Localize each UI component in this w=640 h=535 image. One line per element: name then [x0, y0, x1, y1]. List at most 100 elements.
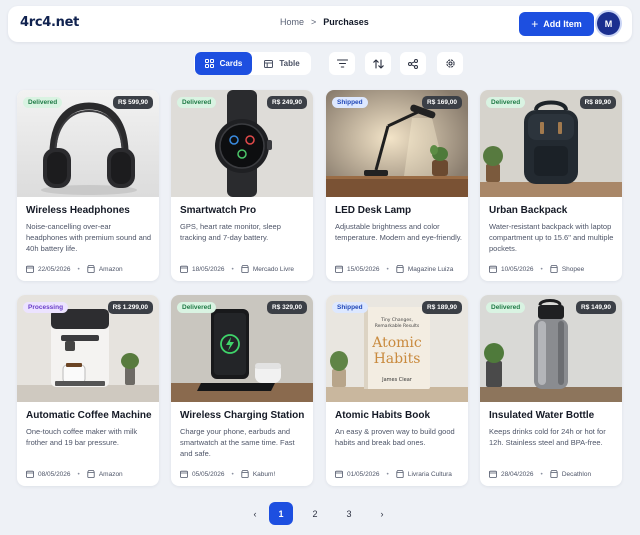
- page-2-button[interactable]: 2: [303, 502, 327, 525]
- status-badge: Shipped: [332, 302, 368, 313]
- price-badge: R$ 89,90: [579, 96, 616, 109]
- view-cards-button[interactable]: Cards: [195, 52, 252, 75]
- share-icon: [408, 58, 418, 69]
- price-badge: R$ 149,90: [576, 301, 616, 314]
- filter-icon: [336, 59, 348, 68]
- product-card[interactable]: Delivered R$ 149,90 Insulated Water Bott…: [480, 295, 622, 486]
- status-badge: Delivered: [486, 97, 526, 108]
- product-title: Insulated Water Bottle: [489, 410, 595, 421]
- product-title: Urban Backpack: [489, 205, 568, 216]
- store-name: Livraria Cultura: [407, 470, 452, 478]
- status-badge: Delivered: [177, 97, 217, 108]
- product-description: One-touch coffee maker with milk frother…: [26, 427, 138, 447]
- price-badge: R$ 329,00: [267, 301, 307, 314]
- store-name: Kabum!: [252, 470, 276, 478]
- settings-button[interactable]: [437, 52, 463, 75]
- meta-separator: •: [231, 470, 234, 478]
- store-name: Decathlon: [561, 470, 592, 478]
- purchase-date: 05/05/2026: [192, 470, 225, 478]
- calendar-icon: [26, 265, 34, 273]
- product-card[interactable]: Delivered R$ 249,90 Smartwatch Pro GPS, …: [171, 90, 313, 281]
- product-meta: 08/05/2026 • Amazon: [26, 469, 156, 479]
- product-meta: 10/05/2026 • Shopee: [489, 264, 619, 274]
- calendar-icon: [489, 470, 497, 478]
- page-1-button[interactable]: 1: [269, 502, 293, 525]
- price-badge: R$ 169,00: [422, 96, 462, 109]
- store-icon: [240, 470, 249, 478]
- meta-separator: •: [540, 265, 543, 273]
- top-bar: 4rc4.net Home > Purchases + Add Item M: [8, 6, 632, 42]
- page-3-button[interactable]: 3: [337, 502, 361, 525]
- add-item-label: Add Item: [543, 19, 582, 29]
- breadcrumb-home[interactable]: Home: [280, 17, 304, 27]
- product-card[interactable]: Shipped R$ 169,00 LED Desk Lamp Adjustab…: [326, 90, 468, 281]
- status-badge: Delivered: [177, 302, 217, 313]
- product-card[interactable]: Delivered R$ 329,00 Wireless Charging St…: [171, 295, 313, 486]
- status-badge: Shipped: [332, 97, 368, 108]
- product-card[interactable]: Tiny Changes, Remarkable Results Atomic …: [326, 295, 468, 486]
- breadcrumb: Home > Purchases: [280, 17, 369, 27]
- price-badge: R$ 249,90: [267, 96, 307, 109]
- calendar-icon: [489, 265, 497, 273]
- sort-button[interactable]: [365, 52, 391, 75]
- purchase-date: 22/05/2026: [38, 265, 71, 273]
- product-card[interactable]: Delivered R$ 89,90 Urban Backpack Water-…: [480, 90, 622, 281]
- add-item-button[interactable]: + Add Item: [519, 12, 594, 36]
- calendar-icon: [335, 265, 343, 273]
- book-tagline: Tiny Changes,: [380, 317, 413, 323]
- product-description: Noise-cancelling over-ear headphones wit…: [26, 222, 152, 253]
- breadcrumb-separator: >: [311, 17, 317, 27]
- store-name: Magazine Luiza: [407, 265, 454, 273]
- view-cards-label: Cards: [219, 59, 243, 68]
- store-name: Amazon: [98, 470, 123, 478]
- purchase-date: 18/05/2026: [192, 265, 225, 273]
- meta-separator: •: [77, 265, 80, 273]
- product-title: Automatic Coffee Machine: [26, 410, 152, 421]
- share-button[interactable]: [400, 52, 426, 75]
- calendar-icon: [180, 470, 188, 478]
- status-badge: Processing: [23, 302, 69, 313]
- product-meta: 28/04/2026 • Decathlon: [489, 469, 619, 479]
- price-badge: R$ 599,90: [113, 96, 153, 109]
- store-icon: [240, 265, 249, 273]
- product-title: Wireless Headphones: [26, 205, 130, 216]
- store-name: Shopee: [561, 265, 585, 273]
- product-card[interactable]: Processing R$ 1.299,00 Automatic Coffee …: [17, 295, 159, 486]
- product-title: LED Desk Lamp: [335, 205, 412, 216]
- view-table-button[interactable]: Table: [256, 52, 308, 75]
- price-badge: R$ 1.299,00: [107, 301, 153, 314]
- avatar[interactable]: M: [597, 12, 620, 35]
- meta-separator: •: [386, 265, 389, 273]
- purchase-date: 28/04/2026: [501, 470, 534, 478]
- store-icon: [86, 265, 95, 273]
- pagination: ‹ 1 2 3 ›: [0, 502, 640, 526]
- filter-button[interactable]: [329, 52, 355, 75]
- store-icon: [395, 265, 404, 273]
- next-page-button[interactable]: ›: [370, 502, 394, 525]
- product-description: Keeps drinks cold for 24h or hot for 12h…: [489, 427, 606, 447]
- store-name: Mercado Livre: [252, 265, 295, 273]
- purchase-date: 01/05/2026: [347, 470, 380, 478]
- product-description: Charge your phone, earbuds and smartwatc…: [180, 427, 295, 458]
- store-icon: [395, 470, 404, 478]
- book-tagline-2: Remarkable Results: [375, 323, 420, 329]
- product-description: Water-resistant backpack with laptop com…: [489, 222, 614, 253]
- product-meta: 01/05/2026 • Livraria Cultura: [335, 469, 465, 479]
- price-badge: R$ 189,90: [422, 301, 462, 314]
- purchase-date: 10/05/2026: [501, 265, 534, 273]
- prev-page-button[interactable]: ‹: [243, 502, 267, 525]
- meta-separator: •: [77, 470, 80, 478]
- meta-separator: •: [386, 470, 389, 478]
- logo[interactable]: 4rc4.net: [20, 15, 79, 30]
- purchase-date: 15/05/2026: [347, 265, 380, 273]
- product-card[interactable]: Delivered R$ 599,90 Wireless Headphones …: [17, 90, 159, 281]
- product-title: Smartwatch Pro: [180, 205, 257, 216]
- product-title: Atomic Habits Book: [335, 410, 431, 421]
- store-icon: [549, 470, 558, 478]
- product-meta: 05/05/2026 • Kabum!: [180, 469, 310, 479]
- plus-icon: +: [531, 17, 539, 31]
- product-description: Adjustable brightness and color temperat…: [335, 222, 463, 242]
- book-title-1: Atomic: [371, 335, 422, 351]
- book-author: James Clear: [381, 377, 413, 383]
- status-badge: Delivered: [23, 97, 63, 108]
